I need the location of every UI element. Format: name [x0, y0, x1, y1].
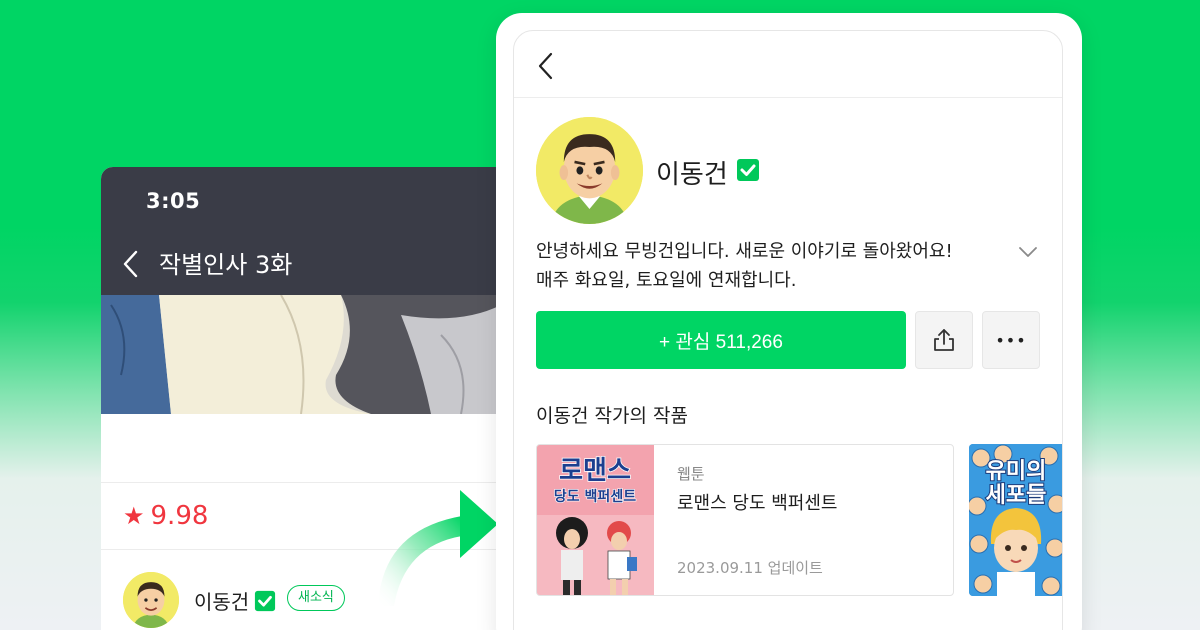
author-name: 이동건 — [194, 590, 250, 614]
spacer — [101, 414, 501, 483]
work-updated-date: 2023.09.11 업데이트 — [677, 559, 823, 577]
cover-title-text: 로맨스 — [559, 456, 631, 486]
verified-check-icon — [254, 590, 276, 612]
back-chevron-icon[interactable] — [121, 249, 141, 279]
work-genre: 웹툰 — [677, 465, 705, 483]
status-bar-time: 3:05 — [146, 189, 201, 213]
share-icon — [934, 329, 954, 351]
back-chevron-icon[interactable] — [536, 51, 554, 81]
share-button[interactable] — [915, 311, 973, 369]
bio-line: 안녕하세요 무빙건입니다. 새로운 이야기로 돌아왔어요! — [536, 241, 953, 262]
more-icon: ••• — [995, 330, 1027, 350]
author-avatar — [536, 117, 643, 224]
works-section-title: 이동건 작가의 작품 — [536, 405, 688, 427]
episode-title: 작별인사 3화 — [159, 251, 293, 279]
author-profile-screen: 이동건 안녕하세요 무빙건입니다. 새로운 이야기로 돌아왔어요! 매주 화요일… — [513, 30, 1063, 630]
cover-subtitle-text: 당도 백퍼센트 — [554, 488, 636, 505]
chevron-down-icon[interactable] — [1017, 245, 1039, 259]
author-bio: 안녕하세요 무빙건입니다. 새로운 이야기로 돌아왔어요! 매주 화요일, 토요… — [536, 237, 996, 295]
curved-arrow-icon — [378, 490, 498, 606]
cover-subtitle-text: 세포들 — [986, 483, 1047, 508]
work-cover-image: 로맨스 당도 백퍼센트 — [537, 445, 654, 595]
verified-check-icon — [737, 159, 759, 181]
work-card-partial[interactable]: 유미의 세포들 — [969, 444, 1062, 596]
comic-panel-image — [101, 295, 501, 414]
cover-title-text: 유미의 — [986, 459, 1047, 484]
author-name: 이동건 — [656, 160, 728, 190]
more-button[interactable]: ••• — [982, 311, 1040, 369]
work-card[interactable]: 로맨스 당도 백퍼센트 웹툰 로맨스 당도 백퍼센트 2023.09.11 업데… — [536, 444, 954, 596]
star-icon: ★ — [123, 502, 145, 530]
viewer-header: 3:05 작별인사 3화 — [101, 167, 501, 295]
news-badge[interactable]: 새소식 — [287, 585, 345, 611]
author-avatar[interactable] — [123, 572, 179, 628]
rating-value: 9.98 — [150, 501, 209, 531]
work-title: 로맨스 당도 백퍼센트 — [677, 493, 838, 514]
profile-nav-bar — [514, 31, 1062, 98]
bio-line: 매주 화요일, 토요일에 연재합니다. — [536, 270, 797, 291]
follow-button[interactable]: + 관심 511,266 — [536, 311, 906, 369]
